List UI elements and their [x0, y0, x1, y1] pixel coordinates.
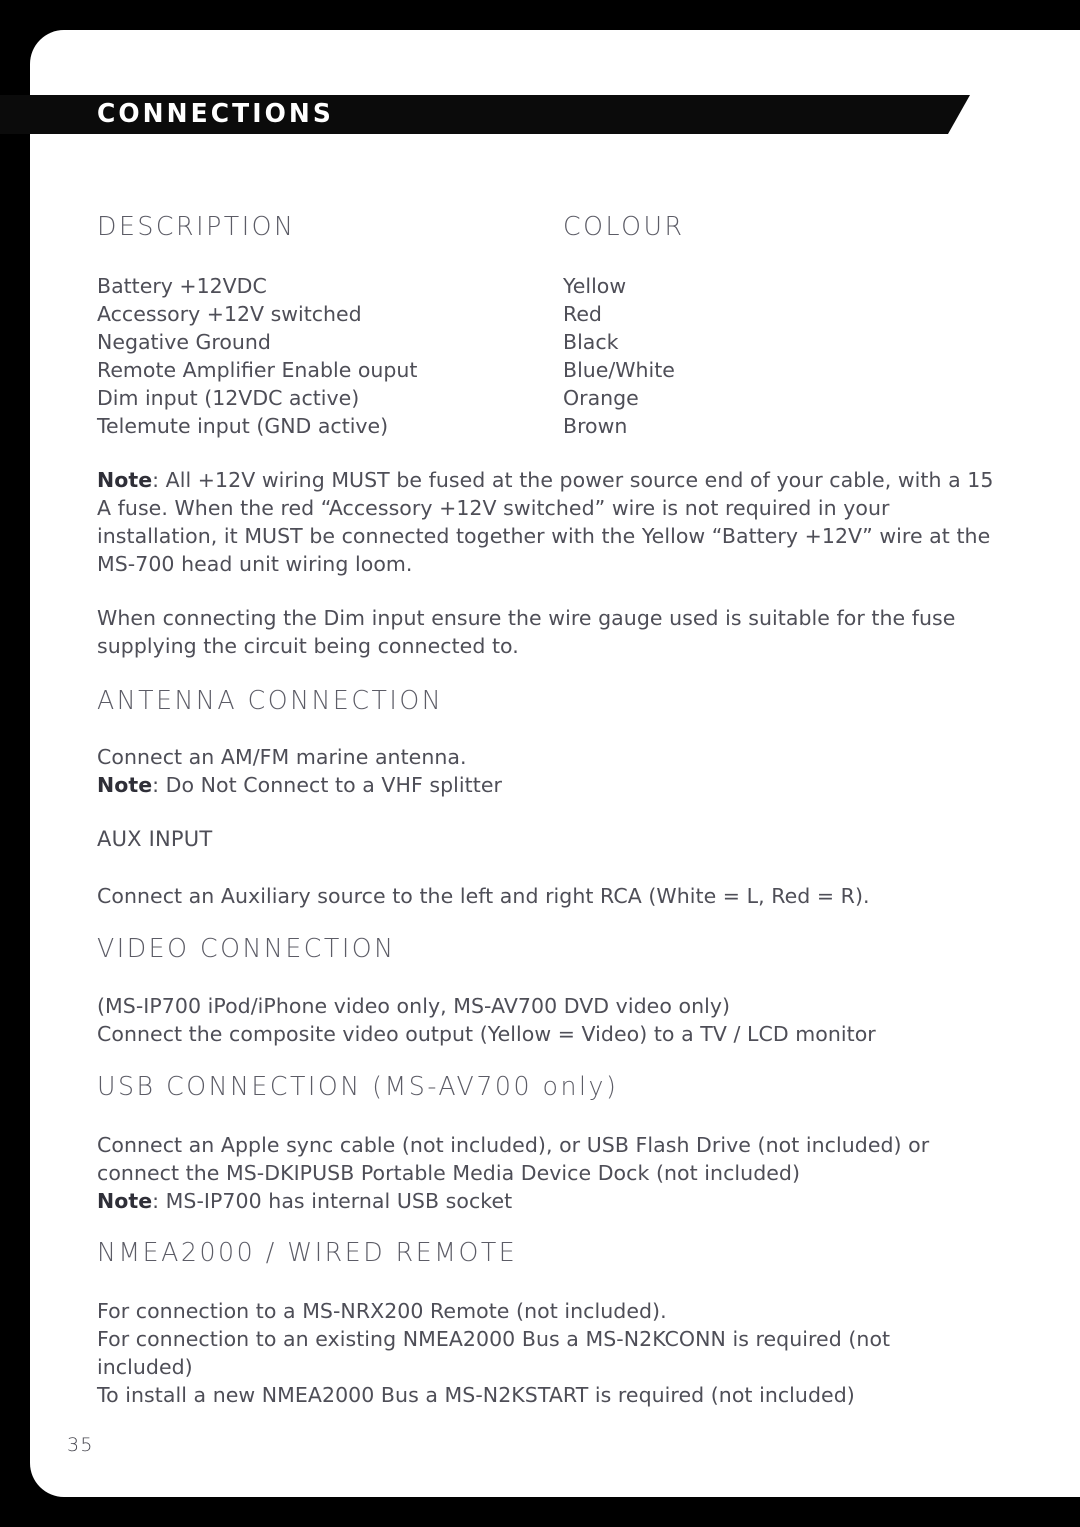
- table-row: Remote Amplifier Enable ouput: [97, 358, 418, 382]
- manual-page: CONNECTIONS DESCRIPTION COLOUR Battery +…: [0, 0, 1080, 1527]
- page-title: CONNECTIONS: [97, 99, 334, 129]
- table-row: Brown: [563, 414, 628, 438]
- note-label: Note: [97, 468, 153, 492]
- video-line-2: Connect the composite video output (Yell…: [97, 1022, 876, 1046]
- table-header-description: DESCRIPTION: [97, 212, 296, 242]
- nmea-body: For connection to a MS-NRX200 Remote (no…: [97, 1297, 977, 1409]
- video-line-1: (MS-IP700 iPod/iPhone video only, MS-AV7…: [97, 994, 731, 1018]
- aux-body: Connect an Auxiliary source to the left …: [97, 884, 870, 908]
- nmea-line-2: For connection to an existing NMEA2000 B…: [97, 1327, 891, 1379]
- heading-video-connection: VIDEO CONNECTION: [97, 934, 396, 964]
- table-row: Orange: [563, 386, 639, 410]
- antenna-body: Connect an AM/FM marine antenna. Note: D…: [97, 743, 987, 799]
- antenna-line-1: Connect an AM/FM marine antenna.: [97, 745, 467, 769]
- nmea-line-3: To install a new NMEA2000 Bus a MS-N2KST…: [97, 1383, 855, 1407]
- table-row: Battery +12VDC: [97, 274, 267, 298]
- usb-body: Connect an Apple sync cable (not include…: [97, 1131, 987, 1215]
- note-label: Note: [97, 773, 153, 797]
- table-header-colour: COLOUR: [563, 212, 685, 242]
- table-row: Red: [563, 302, 602, 326]
- table-row: Accessory +12V switched: [97, 302, 362, 326]
- heading-antenna-connection: ANTENNA CONNECTION: [97, 686, 444, 716]
- heading-usb-connection: USB CONNECTION (MS-AV700 only): [97, 1072, 619, 1102]
- note-body: : MS-IP700 has internal USB socket: [152, 1189, 513, 1213]
- note-label: Note: [97, 1189, 153, 1213]
- dim-input-paragraph: When connecting the Dim input ensure the…: [97, 606, 956, 658]
- power-note-paragraph: Note: All +12V wiring MUST be fused at t…: [97, 466, 1012, 578]
- table-row: Telemute input (GND active): [97, 414, 389, 438]
- table-row: Negative Ground: [97, 330, 271, 354]
- table-row: Yellow: [563, 274, 627, 298]
- video-body: (MS-IP700 iPod/iPhone video only, MS-AV7…: [97, 992, 997, 1048]
- antenna-note: Note: Do Not Connect to a VHF splitter: [97, 771, 987, 799]
- usb-note: Note: MS-IP700 has internal USB socket: [97, 1187, 987, 1215]
- nmea-line-1: For connection to a MS-NRX200 Remote (no…: [97, 1299, 667, 1323]
- table-row: Blue/White: [563, 358, 675, 382]
- heading-nmea2000-wired-remote: NMEA2000 / WIRED REMOTE: [97, 1238, 518, 1268]
- table-column-colour: Yellow Red Black Blue/White Orange Brown: [563, 272, 675, 440]
- heading-aux-input: AUX INPUT: [97, 827, 213, 851]
- table-column-description: Battery +12VDC Accessory +12V switched N…: [97, 272, 417, 440]
- table-row: Dim input (12VDC active): [97, 386, 360, 410]
- note-body: : Do Not Connect to a VHF splitter: [152, 773, 502, 797]
- note-body: : All +12V wiring MUST be fused at the p…: [97, 468, 994, 576]
- usb-line-1: Connect an Apple sync cable (not include…: [97, 1133, 930, 1185]
- page-number: 35: [67, 1434, 94, 1456]
- table-row: Black: [563, 330, 619, 354]
